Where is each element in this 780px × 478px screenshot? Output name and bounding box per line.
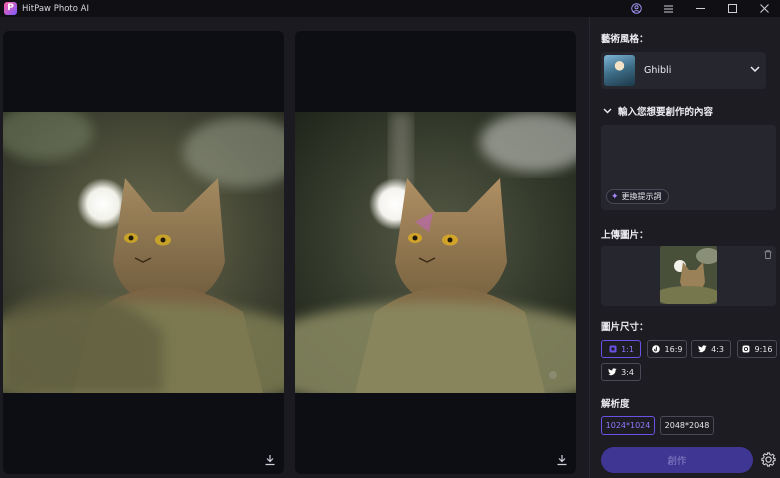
- prompt-label: 輸入您想要創作的內容: [618, 107, 714, 118]
- ratio-label: 3:4: [621, 367, 634, 377]
- resolution-label: 解析度: [601, 399, 630, 410]
- ratio-label: 16:9: [664, 344, 683, 354]
- create-button[interactable]: 創作: [601, 447, 753, 473]
- size-label: 圖片尺寸：: [601, 322, 649, 333]
- uploaded-image-thumbnail: [660, 246, 717, 304]
- upload-area[interactable]: [601, 246, 776, 306]
- source-cat-image: [3, 112, 284, 393]
- swap-prompt-button[interactable]: ✦ 更換提示詞: [606, 189, 669, 204]
- canvas-area: [0, 17, 589, 478]
- square-icon: [608, 345, 617, 354]
- twitter-icon: [698, 345, 707, 354]
- chevron-down-icon: [603, 108, 612, 114]
- ratio-1-1-button[interactable]: 1:1: [601, 340, 641, 358]
- resolution-1024-button[interactable]: 1024*1024: [601, 416, 655, 435]
- sparkle-icon: ✦: [611, 191, 619, 202]
- settings-sidebar: 藝術風格： Ghibli 輸入您想要創作的內容 ✦ 更換提示詞 上傳圖片： 圖片…: [589, 17, 780, 478]
- result-cat-image: [295, 112, 576, 393]
- swap-prompt-label: 更換提示詞: [621, 192, 662, 201]
- title-bar: P HitPaw Photo AI: [0, 0, 780, 17]
- twitter-icon: [608, 368, 617, 377]
- prompt-input[interactable]: ✦ 更換提示詞: [601, 125, 776, 210]
- ratio-4-3-button[interactable]: 4:3: [691, 340, 731, 358]
- account-icon[interactable]: [620, 0, 652, 17]
- ratio-label: 1:1: [621, 344, 634, 354]
- app-logo-icon: P: [4, 2, 17, 15]
- menu-icon[interactable]: [652, 0, 684, 17]
- instagram-icon: [742, 345, 751, 354]
- maximize-icon[interactable]: [716, 0, 748, 17]
- close-icon[interactable]: [748, 0, 780, 17]
- ratio-9-16-button[interactable]: 9:16: [737, 340, 777, 358]
- ratio-3-4-button[interactable]: 3:4: [601, 363, 641, 381]
- style-thumbnail: [604, 55, 635, 86]
- prompt-section-toggle[interactable]: 輸入您想要創作的內容: [603, 104, 713, 118]
- chevron-down-icon: [750, 65, 760, 76]
- resolution-2048-button[interactable]: 2048*2048: [660, 416, 714, 435]
- ratio-label: 9:16: [754, 344, 773, 354]
- ratio-16-9-button[interactable]: 16:9: [647, 340, 687, 358]
- download-icon[interactable]: [556, 454, 568, 466]
- style-label: 藝術風格：: [601, 34, 649, 45]
- style-value: Ghibli: [644, 65, 672, 76]
- app-title: HitPaw Photo AI: [22, 3, 89, 14]
- ratio-label: 4:3: [711, 344, 724, 354]
- window-controls: [620, 0, 780, 17]
- tiktok-icon: [652, 345, 661, 354]
- trash-icon[interactable]: [764, 250, 772, 262]
- minimize-icon[interactable]: [684, 0, 716, 17]
- download-icon[interactable]: [264, 454, 276, 466]
- result-image-panel[interactable]: [295, 31, 576, 474]
- upload-label: 上傳圖片：: [601, 230, 649, 241]
- source-image-panel[interactable]: [3, 31, 284, 474]
- gear-icon[interactable]: [761, 452, 776, 470]
- style-dropdown[interactable]: Ghibli: [601, 52, 766, 89]
